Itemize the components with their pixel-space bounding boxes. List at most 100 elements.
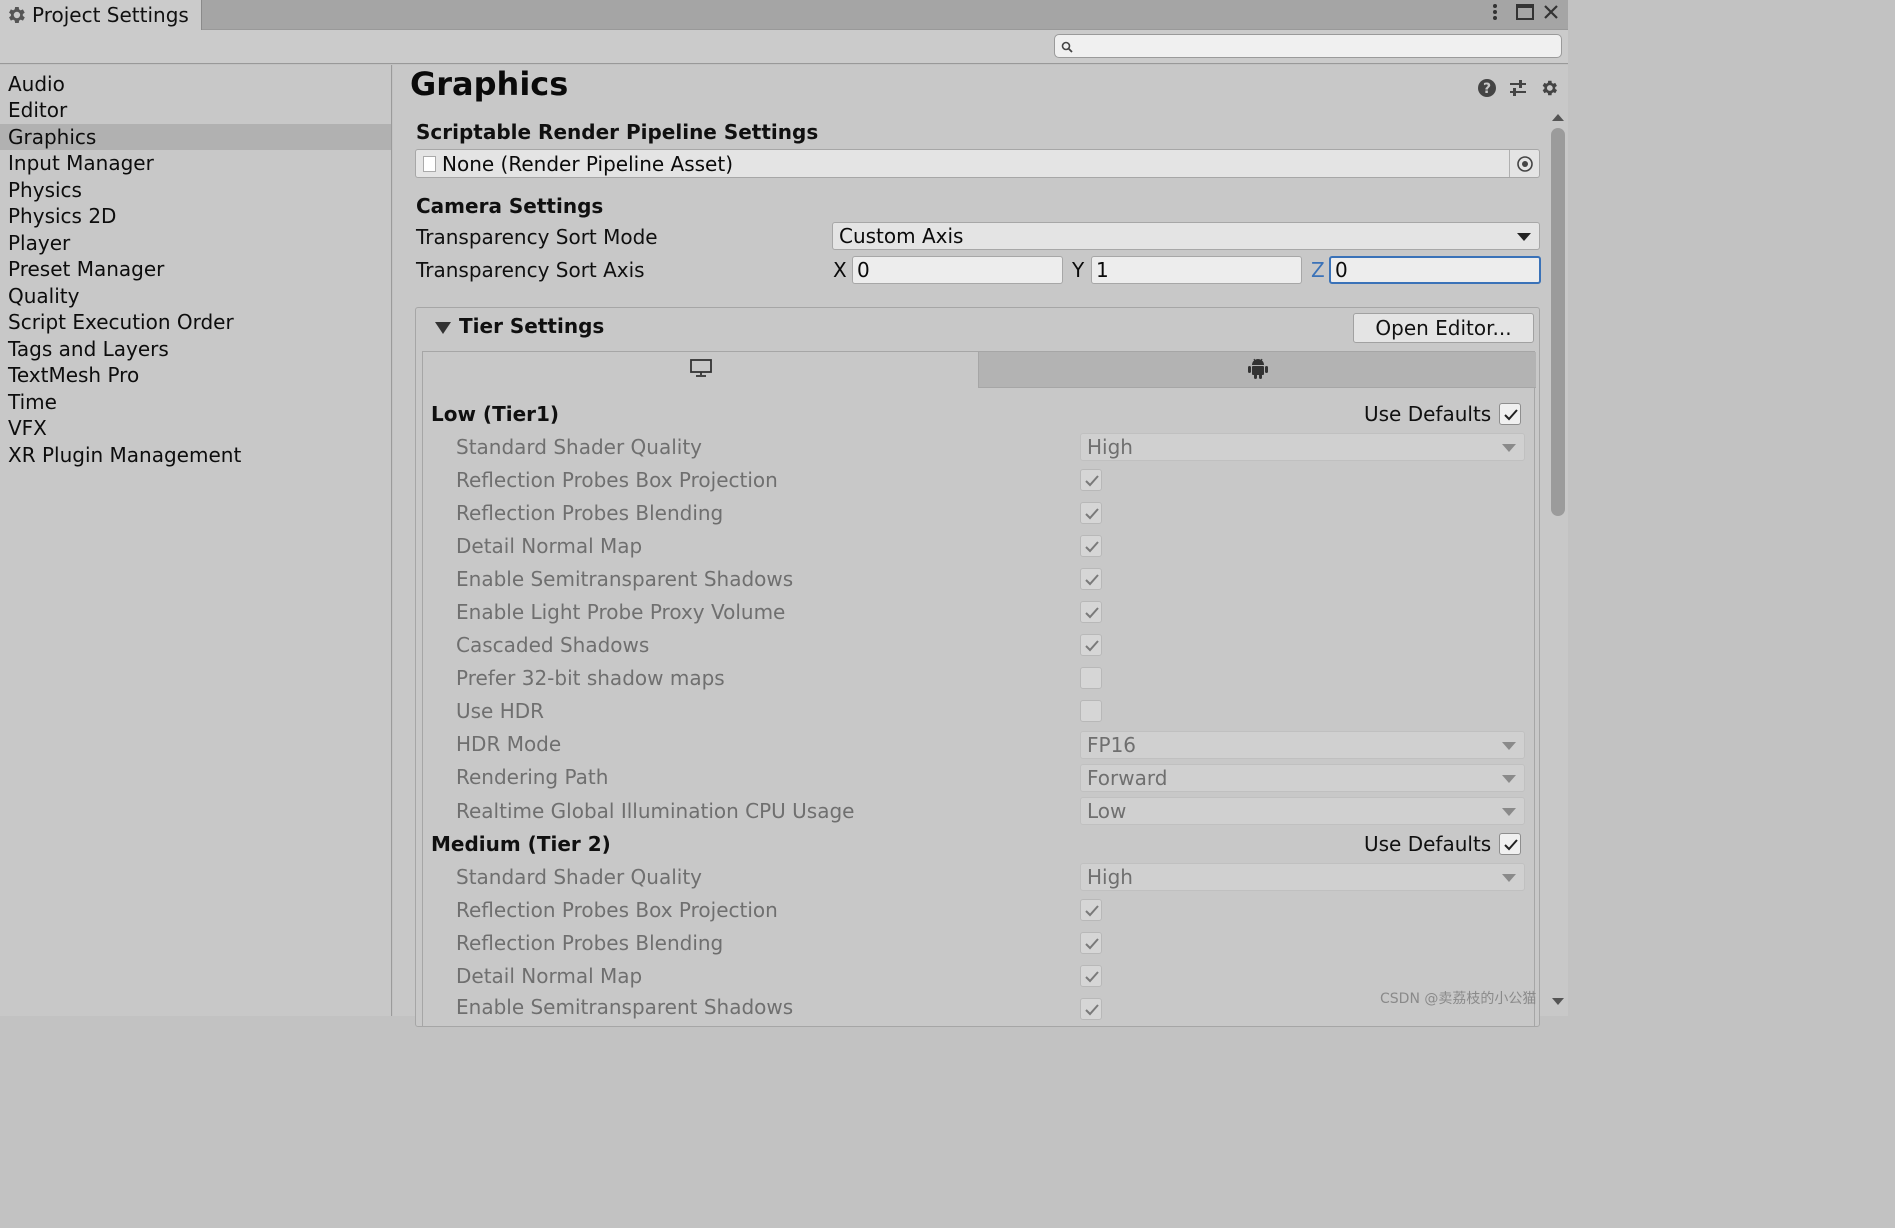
low-rendering-path-dropdown[interactable]: Forward [1080, 764, 1525, 792]
search-field[interactable] [1054, 34, 1562, 58]
low-realtime-gi-cpu-usage-label: Realtime Global Illumination CPU Usage [456, 799, 855, 823]
medium-reflection-box-projection-label: Reflection Probes Box Projection [456, 898, 778, 922]
low-reflection-blending-checkbox[interactable] [1080, 502, 1102, 524]
sidebar-item-player[interactable]: Player [0, 230, 391, 256]
medium-reflection-box-projection-checkbox[interactable] [1080, 899, 1102, 921]
graphics-settings-panel: Graphics ? Scriptable Render Pipeline Se… [393, 65, 1568, 1027]
camera-settings-heading: Camera Settings [416, 194, 604, 218]
more-icon[interactable] [1486, 0, 1504, 24]
sidebar-item-xr-plugin-management[interactable]: XR Plugin Management [0, 442, 391, 468]
search-input[interactable] [1079, 36, 1549, 56]
scroll-down-icon[interactable] [1552, 998, 1564, 1005]
close-icon[interactable] [1540, 0, 1562, 24]
chevron-down-icon [1502, 874, 1516, 882]
presets-icon[interactable] [1508, 78, 1528, 98]
tier-low-use-defaults-checkbox[interactable] [1499, 403, 1521, 425]
sidebar-item-editor[interactable]: Editor [0, 97, 391, 123]
low-light-probe-proxy-volume-checkbox[interactable] [1080, 601, 1102, 623]
watermark-text: CSDN @卖荔枝的小公猫 [1380, 991, 1537, 1007]
sidebar-item-tags-and-layers[interactable]: Tags and Layers [0, 336, 391, 362]
tier-medium-title: Medium (Tier 2) [431, 832, 611, 856]
axis-y-label[interactable]: Y [1072, 258, 1084, 282]
medium-standard-shader-quality-label: Standard Shader Quality [456, 865, 703, 889]
dropdown-value: Low [1087, 799, 1127, 823]
low-use-hdr-checkbox[interactable] [1080, 700, 1102, 722]
gear-icon [5, 4, 27, 26]
page-title: Graphics [410, 65, 569, 103]
monitor-icon [689, 358, 713, 382]
object-picker-icon[interactable] [1509, 150, 1539, 177]
axis-x-label[interactable]: X [833, 258, 847, 282]
svg-text:?: ? [1483, 81, 1491, 97]
low-standard-shader-quality-label: Standard Shader Quality [456, 435, 703, 459]
sidebar-item-textmesh-pro[interactable]: TextMesh Pro [0, 362, 391, 388]
transparency-sort-axis-label: Transparency Sort Axis [416, 258, 645, 282]
sidebar-item-physics-2d[interactable]: Physics 2D [0, 203, 391, 229]
settings-sidebar: Audio Editor Graphics Input Manager Phys… [0, 65, 392, 1016]
collapse-triangle-icon[interactable] [435, 322, 451, 334]
tier-medium-use-defaults-label: Use Defaults [1364, 832, 1492, 856]
axis-y-field[interactable]: 1 [1091, 256, 1302, 284]
low-semitransparent-shadows-label: Enable Semitransparent Shadows [456, 567, 794, 591]
low-light-probe-proxy-volume-label: Enable Light Probe Proxy Volume [456, 600, 786, 624]
low-hdr-mode-label: HDR Mode [456, 732, 562, 756]
sidebar-item-physics[interactable]: Physics [0, 177, 391, 203]
tier-medium-use-defaults-checkbox[interactable] [1499, 833, 1521, 855]
chevron-down-icon [1502, 775, 1516, 783]
help-icon[interactable]: ? [1477, 78, 1497, 98]
scrollbar-thumb[interactable] [1551, 128, 1565, 516]
tab-android[interactable] [978, 352, 1536, 388]
render-pipeline-asset-value: None (Render Pipeline Asset) [442, 152, 733, 176]
low-semitransparent-shadows-checkbox[interactable] [1080, 568, 1102, 590]
low-hdr-mode-dropdown[interactable]: FP16 [1080, 731, 1525, 759]
tab-standalone[interactable] [423, 352, 978, 388]
platform-tabs [422, 351, 1536, 388]
chevron-down-icon [1502, 742, 1516, 750]
sidebar-item-audio[interactable]: Audio [0, 71, 391, 97]
low-realtime-gi-cpu-usage-dropdown[interactable]: Low [1080, 797, 1525, 825]
vertical-scrollbar[interactable] [1548, 110, 1568, 1016]
maximize-icon[interactable] [1514, 0, 1536, 24]
sidebar-item-script-execution-order[interactable]: Script Execution Order [0, 309, 391, 335]
low-cascaded-shadows-checkbox[interactable] [1080, 634, 1102, 656]
tier-settings-heading[interactable]: Tier Settings [459, 314, 604, 338]
axis-z-field[interactable]: 0 [1329, 256, 1541, 284]
medium-reflection-blending-label: Reflection Probes Blending [456, 931, 724, 955]
medium-standard-shader-quality-dropdown[interactable]: High [1080, 863, 1525, 891]
low-cascaded-shadows-label: Cascaded Shadows [456, 633, 650, 657]
tab-project-settings[interactable]: Project Settings [0, 0, 202, 30]
sidebar-item-time[interactable]: Time [0, 389, 391, 415]
medium-semitransparent-shadows-checkbox[interactable] [1080, 998, 1102, 1020]
low-reflection-box-projection-label: Reflection Probes Box Projection [456, 468, 778, 492]
chevron-down-icon [1517, 233, 1531, 241]
axis-z-label[interactable]: Z [1311, 258, 1325, 282]
low-rendering-path-label: Rendering Path [456, 765, 609, 789]
low-standard-shader-quality-dropdown[interactable]: High [1080, 433, 1525, 461]
asset-file-icon [423, 156, 436, 172]
sidebar-item-input-manager[interactable]: Input Manager [0, 150, 391, 176]
low-reflection-box-projection-checkbox[interactable] [1080, 469, 1102, 491]
low-prefer-32bit-shadow-maps-checkbox[interactable] [1080, 667, 1102, 689]
transparency-sort-mode-value: Custom Axis [839, 224, 964, 248]
settings-icon[interactable] [1539, 78, 1559, 98]
low-detail-normal-map-checkbox[interactable] [1080, 535, 1102, 557]
render-pipeline-asset-field[interactable]: None (Render Pipeline Asset) [415, 149, 1540, 178]
transparency-sort-mode-dropdown[interactable]: Custom Axis [832, 222, 1540, 250]
sidebar-item-preset-manager[interactable]: Preset Manager [0, 256, 391, 282]
low-reflection-blending-label: Reflection Probes Blending [456, 501, 724, 525]
scroll-up-icon[interactable] [1552, 114, 1564, 121]
tier-low-title: Low (Tier1) [431, 402, 560, 426]
axis-x-field[interactable]: 0 [852, 256, 1063, 284]
medium-detail-normal-map-checkbox[interactable] [1080, 965, 1102, 987]
dropdown-value: FP16 [1087, 733, 1137, 757]
srp-heading: Scriptable Render Pipeline Settings [416, 120, 819, 144]
medium-semitransparent-shadows-label: Enable Semitransparent Shadows [456, 995, 794, 1019]
low-prefer-32bit-shadow-maps-label: Prefer 32-bit shadow maps [456, 666, 725, 690]
sidebar-item-graphics[interactable]: Graphics [0, 124, 391, 150]
sidebar-item-vfx[interactable]: VFX [0, 415, 391, 441]
window-tab-bar: Project Settings [0, 0, 1568, 30]
medium-reflection-blending-checkbox[interactable] [1080, 932, 1102, 954]
sidebar-item-quality[interactable]: Quality [0, 283, 391, 309]
dropdown-value: Forward [1087, 766, 1168, 790]
open-editor-button[interactable]: Open Editor... [1353, 313, 1534, 343]
